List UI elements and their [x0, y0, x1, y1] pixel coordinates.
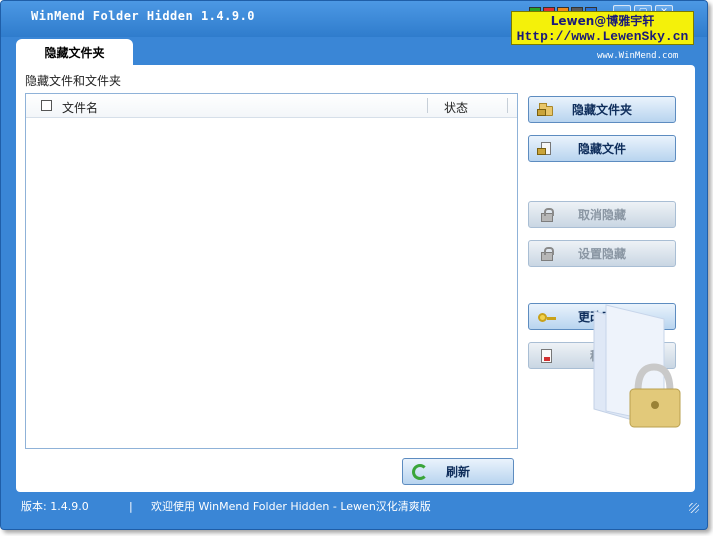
file-lock-icon [537, 141, 557, 157]
refresh-button[interactable]: 刷新 [402, 458, 514, 485]
section-label: 隐藏文件和文件夹 [25, 74, 122, 88]
unhide-button[interactable]: 取消隐藏 [528, 201, 676, 228]
status-bar: 版本: 1.4.9.0 | 欢迎使用 WinMend Folder Hidden… [1, 495, 707, 519]
credit-line-1: Lewen@博雅宇轩 [550, 14, 655, 28]
welcome-message: 欢迎使用 WinMend Folder Hidden - Lewen汉化清爽版 [151, 500, 431, 513]
document-remove-icon [537, 348, 557, 364]
app-window: WinMend Folder Hidden 1.4.9.0 — ▢ ✕ Lewe… [0, 0, 708, 530]
column-header-status[interactable]: 状态 [444, 99, 468, 116]
list-header: 文件名 状态 [26, 94, 517, 118]
folder-lock-icon [537, 102, 557, 118]
column-divider[interactable] [507, 98, 508, 113]
refresh-icon [411, 463, 431, 480]
hide-file-button[interactable]: 隐藏文件 [528, 135, 676, 162]
version-label: 版本: 1.4.9.0 [21, 500, 89, 513]
hidden-items-list[interactable]: 文件名 状态 [25, 93, 518, 449]
select-all-checkbox[interactable] [41, 100, 52, 111]
website-link[interactable]: www.WinMend.com [597, 51, 678, 61]
key-icon [537, 309, 557, 325]
column-divider[interactable] [427, 98, 428, 113]
folder-padlock-watermark-icon [593, 304, 681, 428]
window-title: WinMend Folder Hidden 1.4.9.0 [31, 9, 256, 23]
lock-icon [537, 246, 557, 262]
column-header-name[interactable]: 文件名 [62, 99, 98, 116]
credit-line-2: Http://www.LewenSky.cn [516, 29, 689, 44]
status-separator: | [129, 500, 133, 513]
tab-hide-folder[interactable]: 隐藏文件夹 [16, 39, 133, 67]
set-hide-button[interactable]: 设置隐藏 [528, 240, 676, 267]
translator-credit-banner: Lewen@博雅宇轩 Http://www.LewenSky.cn [511, 11, 694, 45]
unlock-icon [537, 207, 557, 223]
hide-folder-button[interactable]: 隐藏文件夹 [528, 96, 676, 123]
resize-grip-icon[interactable] [689, 503, 699, 513]
